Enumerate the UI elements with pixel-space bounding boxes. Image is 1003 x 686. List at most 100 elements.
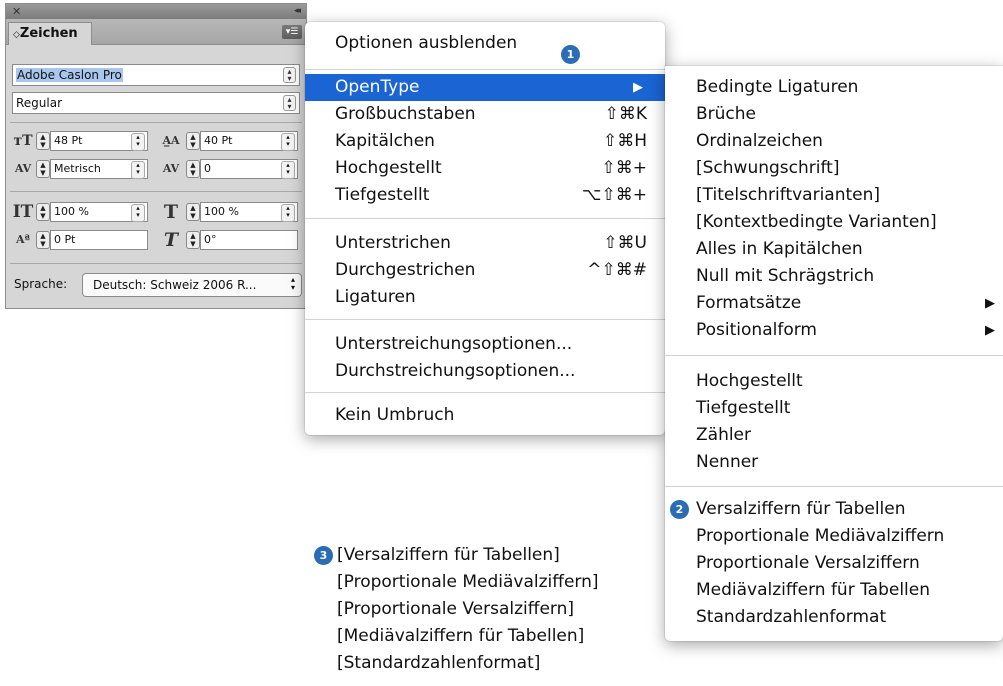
submenu-item[interactable]: [Titelschriftvarianten] (665, 182, 1003, 209)
submenu-item[interactable]: Tiefgestellt (665, 395, 1003, 422)
submenu-item-label: Null mit Schrägstrich (696, 266, 875, 286)
chevron-updown-icon[interactable]: ▴ ▾ (131, 204, 145, 222)
kerning-icon: AV (14, 162, 32, 175)
annotation-list: [Versalziffern für Tabellen] [Proportion… (337, 542, 599, 677)
submenu-item[interactable]: Bedingte Ligaturen (665, 74, 1003, 101)
menu-item-hochgestellt[interactable]: Hochgestellt ⇧⌘+ (305, 155, 665, 182)
menu-item-kapitaelchen[interactable]: Kapitälchen ⇧⌘H (305, 128, 665, 155)
skew-field[interactable]: 0° (200, 230, 298, 250)
menu-item-opentype[interactable]: OpenType ▶ (305, 74, 665, 101)
submenu-item[interactable]: Hochgestellt (665, 368, 1003, 395)
submenu-item[interactable]: Alles in Kapitälchen (665, 236, 1003, 263)
submenu-item[interactable]: Nenner (665, 449, 1003, 476)
submenu-item-label: Mediävalziffern für Tabellen (696, 580, 931, 600)
collapse-icon[interactable]: ◂◂ (294, 4, 301, 19)
tracking-icon: AV (162, 162, 180, 175)
vertical-scale-spinner[interactable]: ▲ ▼ (36, 203, 50, 221)
menu-separator (305, 392, 665, 393)
kerning-value: Metrisch (54, 162, 101, 175)
submenu-item[interactable]: Ordinalzeichen (665, 128, 1003, 155)
menu-item-label: Großbuchstaben (335, 104, 476, 124)
horizontal-scale-value: 100 % (204, 205, 239, 218)
menu-item-label: Kein Umbruch (335, 405, 455, 425)
leading-spinner[interactable]: ▲ ▼ (186, 132, 200, 150)
language-value: Deutsch: Schweiz 2006 R... (93, 278, 257, 292)
submenu-item[interactable]: Null mit Schrägstrich (665, 263, 1003, 290)
menu-item-tiefgestellt[interactable]: Tiefgestellt ⌥⇧⌘+ (305, 182, 665, 209)
chevron-updown-icon[interactable]: ▴ ▾ (283, 95, 296, 111)
font-size-field[interactable]: 48 Pt ▴ ▾ (50, 131, 148, 151)
submenu-item[interactable]: Brüche (665, 101, 1003, 128)
submenu-item-label: Ordinalzeichen (696, 131, 823, 151)
submenu-item[interactable]: Standardzahlenformat (665, 604, 1003, 631)
menu-item-durchstreichungsoptionen[interactable]: Durchstreichungsoptionen... (305, 358, 665, 385)
font-size-icon: ᴛT (13, 133, 33, 149)
menu-item-label: Durchgestrichen (335, 260, 476, 280)
font-size-spinner[interactable]: ▲ ▼ (36, 132, 50, 150)
menu-item-optionen-ausblenden[interactable]: Optionen ausblenden (305, 30, 665, 57)
menu-item-durchgestrichen[interactable]: Durchgestrichen ^⇧⌘# (305, 257, 665, 284)
chevron-updown-icon[interactable]: ▴ ▾ (131, 133, 145, 151)
annotation-line: [Proportionale Versalziffern] (337, 599, 575, 619)
menu-item-unterstrichen[interactable]: Unterstrichen ⇧⌘U (305, 230, 665, 257)
language-select[interactable]: Deutsch: Schweiz 2006 R... ▴ ▾ (82, 273, 302, 297)
chevron-updown-icon[interactable]: ▴ ▾ (281, 133, 295, 151)
submenu-item[interactable]: [Schwungschrift] (665, 155, 1003, 182)
submenu-item-label: Versalziffern für Tabellen (696, 499, 906, 519)
menu-item-label: Hochgestellt (335, 158, 442, 178)
callout-badge-2: 2 (670, 500, 689, 519)
tracking-field[interactable]: 0 ▴ ▾ (200, 159, 298, 179)
divider (10, 263, 302, 264)
menu-item-ligaturen[interactable]: Ligaturen (305, 284, 665, 311)
skew-icon: T (163, 229, 179, 251)
chevron-updown-icon[interactable]: ▴ ▾ (281, 161, 295, 179)
menu-item-kein-umbruch[interactable]: Kein Umbruch (305, 402, 665, 429)
menu-item-grossbuchstaben[interactable]: Großbuchstaben ⇧⌘K (305, 101, 665, 128)
submenu-item-label: Bedingte Ligaturen (696, 77, 859, 97)
chevron-updown-icon: ▴ ▾ (290, 275, 295, 292)
callout-badge-3: 3 (314, 546, 333, 565)
close-icon[interactable]: ✕ (12, 4, 21, 19)
kerning-spinner[interactable]: ▲ ▼ (36, 160, 50, 178)
vertical-scale-field[interactable]: 100 % ▴ ▾ (50, 202, 148, 222)
menu-separator (305, 218, 665, 219)
baseline-shift-field[interactable]: 0 Pt (50, 230, 148, 250)
tab-updown-icon: ◇ (13, 30, 20, 40)
submenu-item[interactable]: Versalziffern für Tabellen (665, 496, 1003, 523)
submenu-item-positionalform[interactable]: Positionalform ▶ (665, 317, 1003, 344)
character-panel: ✕ ◂◂ ◇Zeichen ▾☰ Adobe Caslon Pro ▴ ▾ Reg… (5, 3, 307, 309)
menu-item-shortcut: ⌥⇧⌘+ (581, 185, 647, 205)
menu-item-label: Unterstrichen (335, 233, 451, 253)
font-family-field[interactable]: Adobe Caslon Pro ▴ ▾ (12, 64, 300, 86)
submenu-item-label: Standardzahlenformat (696, 607, 887, 627)
horizontal-scale-icon: T (163, 201, 179, 223)
tab-zeichen[interactable]: ◇Zeichen (8, 22, 92, 45)
submenu-item[interactable]: Zähler (665, 422, 1003, 449)
horizontal-scale-field[interactable]: 100 % ▴ ▾ (200, 202, 298, 222)
chevron-updown-icon[interactable]: ▴ ▾ (283, 67, 296, 83)
tracking-spinner[interactable]: ▲ ▼ (186, 160, 200, 178)
submenu-item-label: Zähler (696, 425, 752, 445)
menu-item-unterstreichungsoptionen[interactable]: Unterstreichungsoptionen... (305, 331, 665, 358)
chevron-updown-icon[interactable]: ▴ ▾ (131, 161, 145, 179)
baseline-shift-spinner[interactable]: ▲ ▼ (36, 231, 50, 249)
submenu-item[interactable]: Proportionale Mediävalziffern (665, 523, 1003, 550)
submenu-arrow-icon: ▶ (985, 323, 995, 338)
font-style-field[interactable]: Regular ▴ ▾ (12, 92, 300, 114)
chevron-updown-icon[interactable]: ▴ ▾ (281, 204, 295, 222)
panel-menu-button[interactable]: ▾☰ (282, 25, 302, 39)
submenu-item[interactable]: [Kontextbedingte Varianten] (665, 209, 1003, 236)
menu-item-shortcut: ⇧⌘K (604, 104, 647, 124)
skew-spinner[interactable]: ▲ ▼ (186, 231, 200, 249)
submenu-item-label: Tiefgestellt (696, 398, 791, 418)
menu-item-label: Kapitälchen (335, 131, 435, 151)
submenu-item-formatsaetze[interactable]: Formatsätze ▶ (665, 290, 1003, 317)
kerning-field[interactable]: Metrisch ▴ ▾ (50, 159, 148, 179)
leading-field[interactable]: 40 Pt ▴ ▾ (200, 131, 298, 151)
panel-options-menu: Optionen ausblenden OpenType ▶ Großbuchs… (305, 22, 665, 435)
submenu-arrow-icon: ▶ (985, 296, 995, 311)
submenu-item[interactable]: Proportionale Versalziffern (665, 550, 1003, 577)
submenu-item[interactable]: Mediävalziffern für Tabellen (665, 577, 1003, 604)
menu-item-label: Durchstreichungsoptionen... (335, 361, 576, 381)
horizontal-scale-spinner[interactable]: ▲ ▼ (186, 203, 200, 221)
